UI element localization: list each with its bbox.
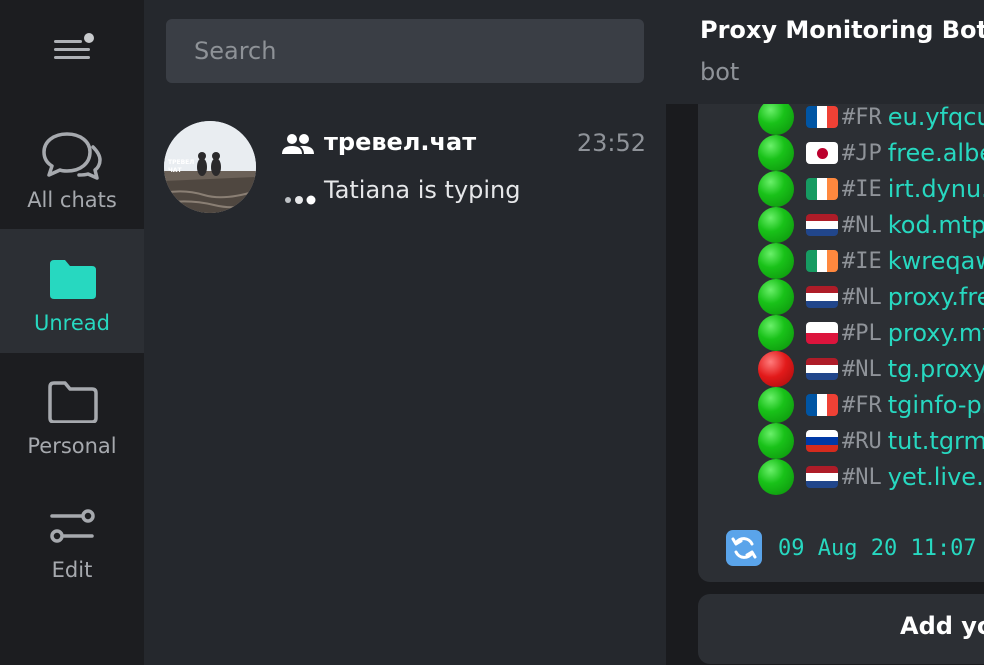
proxy-host-link[interactable]: kod.mtpro: [888, 211, 984, 239]
country-tag[interactable]: #RU: [842, 429, 882, 454]
telegram-app: All chats Unread Personal Edit Search ТР…: [0, 0, 984, 665]
flag-jp-icon: [806, 142, 838, 164]
proxy-line: #NL tg.proxysta: [758, 351, 984, 387]
country-tag[interactable]: #FR: [842, 393, 882, 418]
chat-time: 23:52: [576, 129, 646, 157]
proxy-line: #FR tginfo-prox: [758, 387, 984, 423]
chat-title: тревел.чат: [324, 128, 477, 156]
folder-sidebar: All chats Unread Personal Edit: [0, 0, 144, 665]
refresh-icon: [726, 530, 762, 566]
proxy-line: #IE irt.dynu.co: [758, 171, 984, 207]
country-tag[interactable]: #NL: [842, 285, 882, 310]
chats-icon: [40, 128, 104, 184]
group-icon: [280, 132, 316, 156]
status-green-icon: [758, 315, 794, 351]
proxy-host-link[interactable]: tg.proxysta: [888, 355, 984, 383]
proxy-line: #JP free.alberr: [758, 135, 984, 171]
conversation-header[interactable]: Proxy Monitoring Bot bot: [666, 0, 984, 104]
proxy-host-link[interactable]: tginfo-prox: [888, 391, 984, 419]
folder-filled-icon: [40, 251, 104, 307]
proxy-host-link[interactable]: proxy.free: [888, 283, 984, 311]
folder-unread[interactable]: Unread: [0, 229, 144, 353]
proxy-host-link[interactable]: eu.yfqcuhf: [888, 103, 984, 131]
status-red-icon: [758, 351, 794, 387]
add-button-label: Add yo: [900, 612, 984, 640]
search-input[interactable]: Search: [166, 19, 644, 83]
proxy-line: #FR eu.yfqcuhf: [758, 99, 984, 135]
conversation-title: Proxy Monitoring Bot: [700, 16, 984, 44]
country-tag[interactable]: #JP: [842, 141, 882, 166]
status-green-icon: [758, 171, 794, 207]
folder-label: Personal: [27, 434, 117, 458]
country-tag[interactable]: #NL: [842, 357, 882, 382]
proxy-line: #NL proxy.free: [758, 279, 984, 315]
country-tag[interactable]: #FR: [842, 105, 882, 130]
flag-nl-icon: [806, 286, 838, 308]
proxy-host-link[interactable]: free.alberr: [888, 139, 984, 167]
flag-ru-icon: [806, 430, 838, 452]
status-green-icon: [758, 387, 794, 423]
search-placeholder: Search: [194, 37, 277, 65]
status-green-icon: [758, 459, 794, 495]
proxy-line: #IE kwreqaw.6: [758, 243, 984, 279]
folder-label: All chats: [27, 188, 117, 212]
flag-ie-icon: [806, 178, 838, 200]
country-tag[interactable]: #IE: [842, 177, 882, 202]
proxy-host-link[interactable]: kwreqaw.6: [888, 247, 984, 275]
svg-text:ТРЕВЕЛ: ТРЕВЕЛ: [168, 159, 194, 166]
proxy-host-link[interactable]: tut.tgrmx.r: [888, 427, 984, 455]
message-bubble: #FR eu.yfqcuhf #JP free.alberr #IE irt.d…: [698, 80, 984, 582]
flag-nl-icon: [806, 358, 838, 380]
folder-all-chats[interactable]: All chats: [0, 106, 144, 230]
status-green-icon: [758, 279, 794, 315]
flag-ie-icon: [806, 250, 838, 272]
chat-list-panel: Search ТРЕВЕЛ ЧАТ тревел.чат 23:52 Tatia…: [144, 0, 666, 665]
country-tag[interactable]: #NL: [842, 213, 882, 238]
message-timestamp: 09 Aug 20 11:07: [778, 536, 977, 561]
conversation-subtitle: bot: [700, 58, 740, 86]
svg-text:ЧАТ: ЧАТ: [168, 167, 182, 174]
folder-label: Edit: [51, 558, 93, 582]
status-green-icon: [758, 207, 794, 243]
proxy-line: #PL proxy.mtp: [758, 315, 984, 351]
folder-edit[interactable]: Edit: [0, 476, 144, 600]
sliders-icon: [40, 498, 104, 554]
flag-nl-icon: [806, 466, 838, 488]
hamburger-menu-icon[interactable]: [48, 30, 96, 70]
status-green-icon: [758, 99, 794, 135]
proxy-host-link[interactable]: irt.dynu.co: [888, 175, 984, 203]
proxy-line: #NL yet.live.ov: [758, 459, 984, 495]
folder-personal[interactable]: Personal: [0, 352, 144, 476]
country-tag[interactable]: #IE: [842, 249, 882, 274]
proxy-line: #NL kod.mtpro: [758, 207, 984, 243]
proxy-host-link[interactable]: proxy.mtp: [888, 319, 984, 347]
conversation-panel: Proxy Monitoring Bot bot #FR eu.yfqcuhf …: [666, 0, 984, 665]
avatar: ТРЕВЕЛ ЧАТ: [164, 121, 256, 213]
country-tag[interactable]: #PL: [842, 321, 882, 346]
country-tag[interactable]: #NL: [842, 465, 882, 490]
status-green-icon: [758, 135, 794, 171]
chat-list-item[interactable]: ТРЕВЕЛ ЧАТ тревел.чат 23:52 Tatiana is t…: [144, 104, 666, 228]
add-to-group-button[interactable]: Add yo: [698, 594, 984, 664]
status-green-icon: [758, 243, 794, 279]
chat-status: Tatiana is typing: [324, 176, 521, 204]
flag-nl-icon: [806, 214, 838, 236]
typing-indicator-icon: [284, 190, 318, 205]
status-green-icon: [758, 423, 794, 459]
proxy-line: #RU tut.tgrmx.r: [758, 423, 984, 459]
folder-outline-icon: [40, 374, 104, 430]
proxy-host-link[interactable]: yet.live.ov: [888, 463, 984, 491]
flag-pl-icon: [806, 322, 838, 344]
flag-fr-icon: [806, 106, 838, 128]
folder-label: Unread: [34, 311, 110, 335]
flag-fr-icon: [806, 394, 838, 416]
